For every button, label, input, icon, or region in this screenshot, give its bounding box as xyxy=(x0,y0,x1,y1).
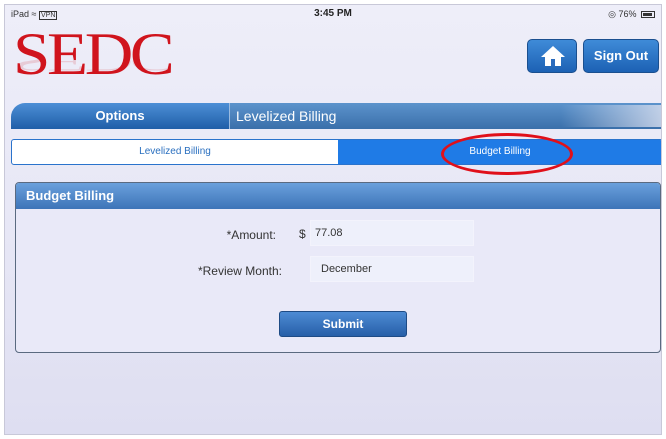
submit-button[interactable]: Submit xyxy=(279,311,407,337)
sign-out-button[interactable]: Sign Out xyxy=(583,39,659,73)
battery-percent: 76% xyxy=(618,9,637,19)
currency-symbol: $ xyxy=(299,227,306,241)
options-tab[interactable]: Options xyxy=(11,103,229,129)
sedc-logo: SEDC SEDC xyxy=(13,19,203,105)
status-right: ◎ 76% xyxy=(608,9,655,20)
current-page-title: Levelized Billing xyxy=(229,103,661,129)
segment-levelized-billing[interactable]: Levelized Billing xyxy=(12,140,338,164)
amount-label: *Amount: xyxy=(226,228,276,242)
status-time: 3:45 PM xyxy=(314,8,352,19)
home-icon xyxy=(541,46,565,66)
review-month-select[interactable]: December xyxy=(310,256,474,282)
battery-icon xyxy=(641,11,655,18)
amount-field[interactable]: 77.08 xyxy=(310,220,474,246)
options-bar: Options Levelized Billing xyxy=(5,103,661,129)
review-month-label: *Review Month: xyxy=(197,264,282,278)
logo-reflection: SEDC xyxy=(13,59,172,77)
current-page-label: Levelized Billing xyxy=(236,108,337,124)
panel-title: Budget Billing xyxy=(16,183,660,209)
lock-rotation-icon: ◎ xyxy=(608,9,616,19)
blurred-area xyxy=(561,105,661,127)
annotation-ellipse xyxy=(441,133,573,175)
budget-billing-panel: Budget Billing *Amount: $ 77.08 *Review … xyxy=(15,182,661,353)
ipad-screen: iPad ≈ VPN 3:45 PM ◎ 76% SEDC SEDC Sign … xyxy=(4,4,662,435)
logo-text: SEDC xyxy=(13,21,175,87)
home-button[interactable] xyxy=(527,39,577,73)
